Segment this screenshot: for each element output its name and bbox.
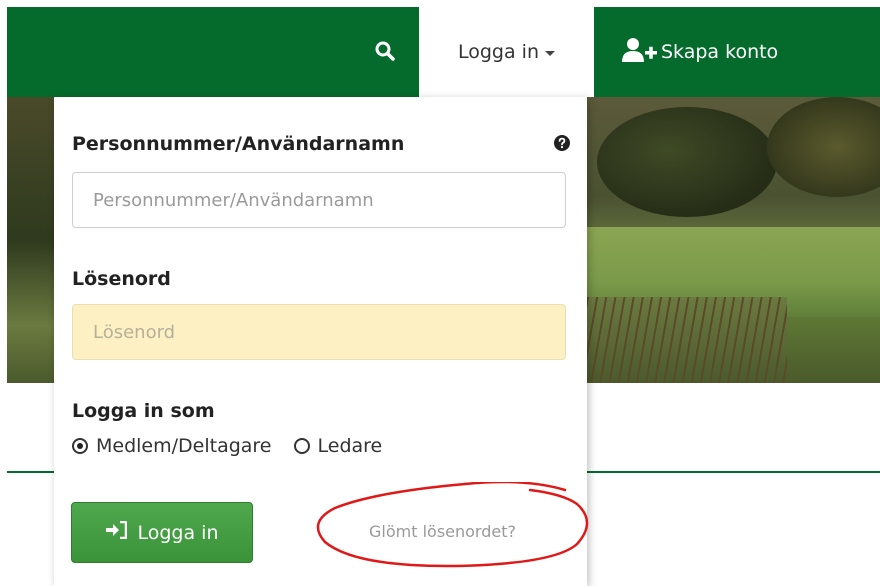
- role-member-label: Medlem/Deltagare: [96, 435, 272, 457]
- caret-down-icon: [545, 51, 555, 56]
- login-menu-label: Logga in: [457, 41, 539, 63]
- login-submit-label: Logga in: [137, 521, 219, 544]
- username-label: Personnummer/Användarnamn: [72, 133, 405, 155]
- radio-unselected-icon[interactable]: [293, 438, 310, 454]
- help-icon[interactable]: [554, 135, 570, 155]
- radio-selected-icon[interactable]: [72, 438, 88, 454]
- role-radio-leader[interactable]: Ledare: [293, 435, 383, 457]
- password-input[interactable]: [72, 304, 566, 360]
- forgot-password-link[interactable]: Glömt lösenordet?: [369, 522, 516, 541]
- login-submit-button[interactable]: Logga in: [71, 502, 253, 563]
- login-menu-toggle[interactable]: Logga in: [419, 7, 594, 97]
- password-label: Lösenord: [72, 268, 171, 290]
- login-as-label: Logga in som: [72, 400, 215, 422]
- sign-in-icon: [105, 520, 128, 544]
- role-radio-group: Medlem/Deltagare Ledare: [72, 435, 404, 457]
- username-input[interactable]: [72, 172, 566, 228]
- search-icon[interactable]: [375, 41, 395, 63]
- role-radio-member[interactable]: Medlem/Deltagare: [72, 435, 272, 457]
- create-account-label: Skapa konto: [661, 41, 779, 63]
- create-account-link[interactable]: Skapa konto: [619, 7, 778, 97]
- login-dropdown: Personnummer/Användarnamn Lösenord Logga…: [54, 97, 587, 586]
- add-user-icon: [619, 37, 659, 68]
- role-leader-label: Ledare: [317, 435, 383, 457]
- top-navbar: Logga in Skapa konto: [7, 7, 880, 97]
